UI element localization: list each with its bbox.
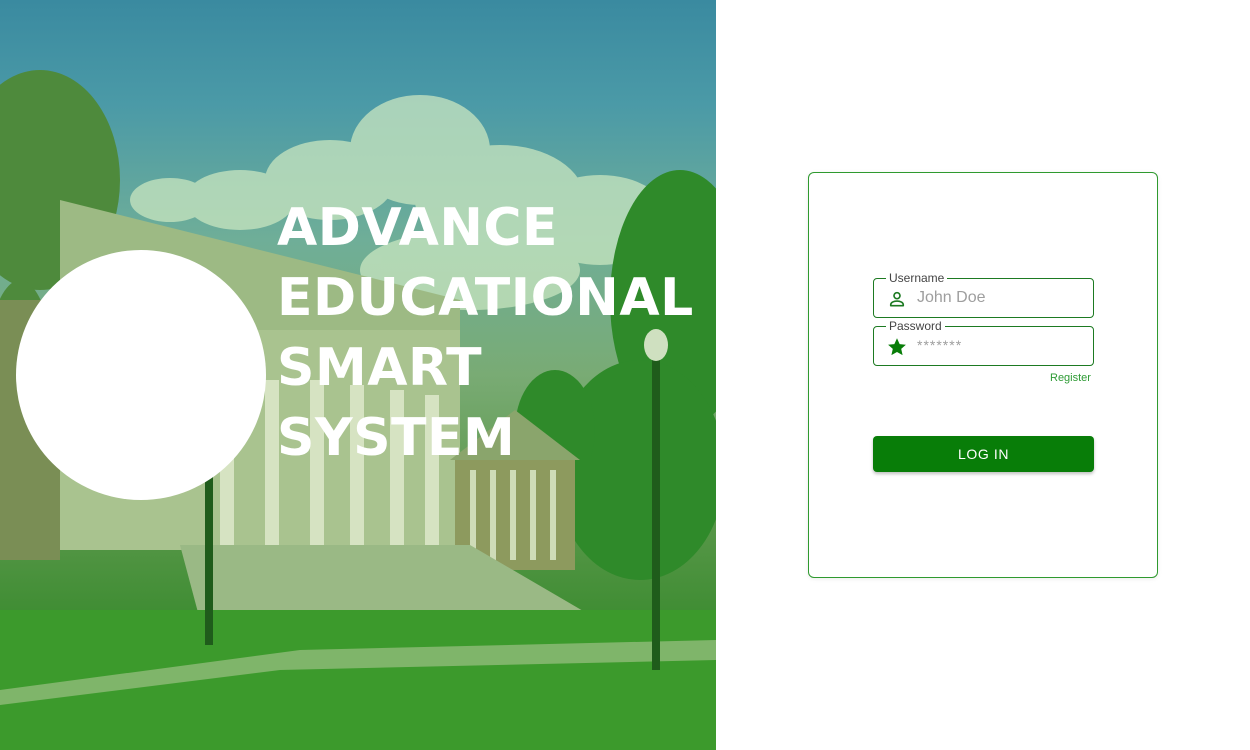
login-card: Username Password Register LOG IN (808, 172, 1158, 578)
hero-title-line-4: SYSTEM (277, 408, 516, 468)
star-icon (886, 336, 908, 358)
person-icon (886, 288, 908, 310)
hero-title: ADVANCE EDUCATIONAL SMART SYSTEM (277, 178, 694, 488)
register-link[interactable]: Register (1050, 372, 1091, 384)
password-input[interactable] (917, 327, 1087, 365)
login-button[interactable]: LOG IN (873, 436, 1094, 472)
username-field[interactable]: Username (873, 271, 1094, 318)
hero-panel: ADVANCE EDUCATIONAL SMART SYSTEM (0, 0, 716, 750)
password-field[interactable]: Password (873, 319, 1094, 366)
username-input[interactable] (917, 279, 1087, 317)
logo-placeholder (16, 250, 266, 500)
